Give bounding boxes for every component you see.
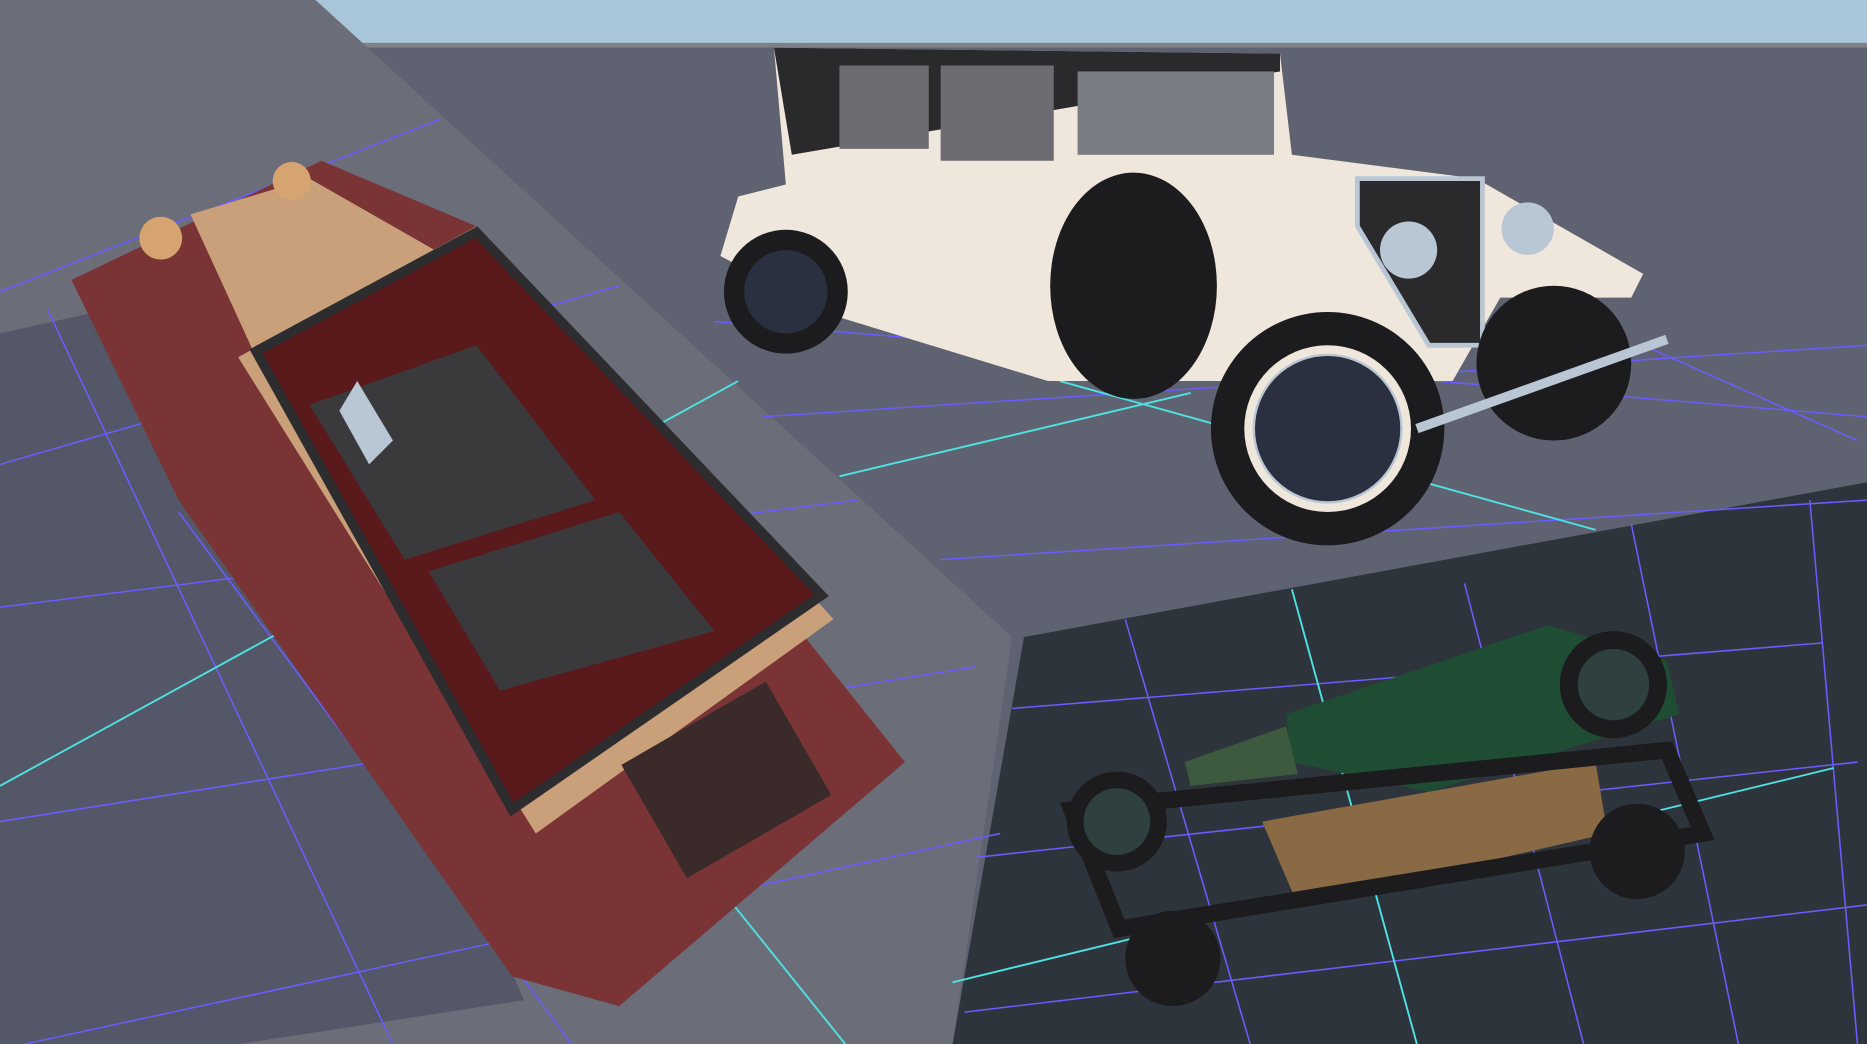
sky: [309, 0, 1867, 46]
3d-viewport[interactable]: [0, 0, 1867, 1044]
horizon-line: [357, 42, 1867, 48]
